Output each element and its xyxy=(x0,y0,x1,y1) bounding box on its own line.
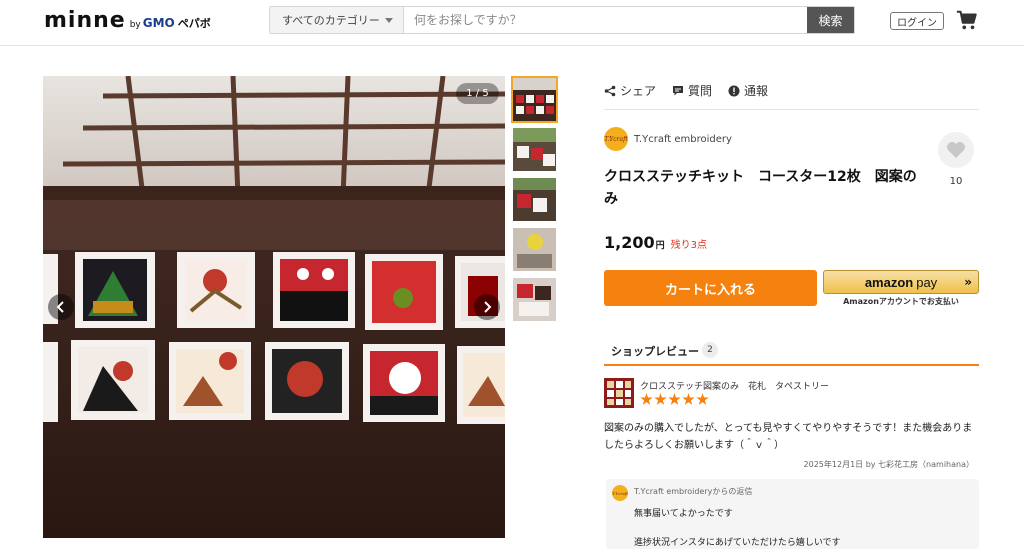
shop-avatar: T.Ycraft xyxy=(604,127,628,151)
review-meta: 2025年12月1日 by 七彩花工房（namihana） xyxy=(803,460,974,469)
pay-wordmark: pay xyxy=(916,274,938,290)
reply-text-line: 無事届いてよかったです xyxy=(634,509,733,519)
logo-gmo: GMO xyxy=(142,16,175,30)
favorite-count: 10 xyxy=(949,176,963,187)
category-select[interactable]: すべてのカテゴリー xyxy=(270,7,404,33)
shop-review-tab[interactable]: ショップレビュー 2 xyxy=(604,340,979,366)
logo-pepabo: ペパボ xyxy=(177,17,211,30)
review-count-badge: 2 xyxy=(702,342,718,358)
review-text: 図案のみの購入でしたが、とっても見やすくてやりやすそうです！また機会ありましたら… xyxy=(604,423,973,451)
review-stars xyxy=(640,393,710,406)
share-label: シェア xyxy=(620,84,657,98)
product-price: 1,200 xyxy=(604,233,655,252)
currency-label: 円 xyxy=(655,241,665,251)
report-button[interactable]: 通報 xyxy=(728,82,768,99)
cart-icon[interactable] xyxy=(956,9,978,31)
site-header: minne by GMO ペパボ すべてのカテゴリー 検索 ログイン xyxy=(0,0,1024,46)
amazon-pay-caption: Amazonアカウントでお支払い xyxy=(843,297,959,306)
chevron-down-icon xyxy=(385,18,393,23)
report-label: 通報 xyxy=(744,84,769,98)
thumbnail-5[interactable] xyxy=(511,276,558,323)
star-icon xyxy=(682,393,695,405)
share-icon xyxy=(604,85,616,96)
minne-logo[interactable]: minne by GMO ペパボ xyxy=(44,8,211,33)
reply-shop-avatar: T.Ycraft xyxy=(612,485,628,501)
shop-reply: T.Ycraft T.Ycraft embroideryからの返信 無事届いてよ… xyxy=(606,479,979,549)
thumbnail-3[interactable] xyxy=(511,176,558,223)
double-chevron-icon: » xyxy=(964,275,972,289)
question-button[interactable]: 質問 xyxy=(672,82,712,99)
search-input[interactable] xyxy=(404,7,807,33)
stock-remaining: 残り3点 xyxy=(670,240,707,251)
alert-icon xyxy=(728,85,740,96)
login-button[interactable]: ログイン xyxy=(890,12,944,30)
thumbnail-list xyxy=(511,76,558,326)
star-icon xyxy=(654,393,667,405)
shop-link[interactable]: T.Ycraft T.Ycraft embroidery xyxy=(604,127,732,151)
thumbnail-1[interactable] xyxy=(511,76,558,123)
thumbnail-4[interactable] xyxy=(511,226,558,273)
star-icon xyxy=(696,393,709,405)
image-counter: 1 / 5 xyxy=(456,83,499,104)
amazon-pay-logo: amazon pay xyxy=(865,275,937,290)
reviewed-product-link[interactable]: クロスステッチ図案のみ 花札 タペストリー xyxy=(640,379,829,392)
share-button[interactable]: シェア xyxy=(604,82,656,99)
speech-bubble-icon xyxy=(673,85,684,95)
price-row: 1,200 円 残り3点 xyxy=(604,233,707,252)
next-image-button[interactable] xyxy=(474,294,500,320)
shop-review-label: ショップレビュー xyxy=(611,345,699,358)
chevron-right-icon xyxy=(484,301,492,313)
thumbnail-2[interactable] xyxy=(511,126,558,173)
search-button[interactable]: 検索 xyxy=(807,7,854,33)
chevron-left-icon xyxy=(56,301,64,313)
search-bar: すべてのカテゴリー 検索 xyxy=(269,6,855,34)
amazon-pay-button[interactable]: amazon pay » xyxy=(823,270,979,294)
add-to-cart-button[interactable]: カートに入れる xyxy=(604,270,817,306)
favorite-button[interactable] xyxy=(938,132,974,168)
amazon-wordmark: amazon xyxy=(864,274,914,290)
product-actions: シェア 質問 通報 xyxy=(604,82,979,110)
product-title: クロスステッチキット コースター12枚 図案のみ xyxy=(604,169,917,207)
prev-image-button[interactable] xyxy=(48,294,74,320)
question-label: 質問 xyxy=(688,84,713,98)
reply-header: T.Ycraft embroideryからの返信 xyxy=(634,487,753,496)
category-select-label: すべてのカテゴリー xyxy=(282,14,380,27)
shop-name: T.Ycraft embroidery xyxy=(634,133,732,145)
reply-text-line: 進捗状況インスタにあげていただけたら嬉しいです xyxy=(634,538,841,548)
product-main-image[interactable] xyxy=(43,76,505,538)
heart-icon xyxy=(947,142,965,158)
product-photo xyxy=(43,76,505,538)
star-icon xyxy=(640,393,653,405)
star-icon xyxy=(668,393,681,405)
logo-by: by xyxy=(129,20,141,30)
logo-wordmark: minne xyxy=(44,8,126,33)
reviewed-product-image[interactable] xyxy=(604,378,634,408)
